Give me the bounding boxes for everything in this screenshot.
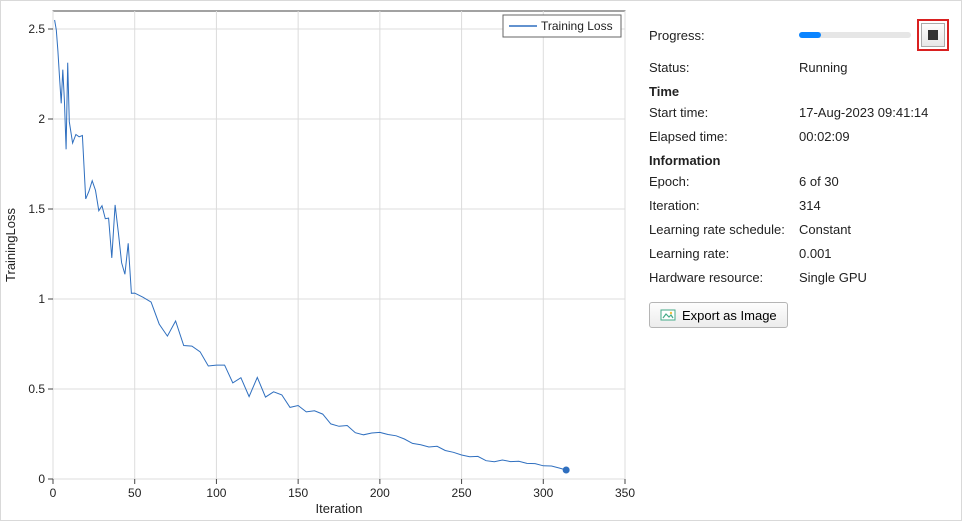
progress-label: Progress:	[649, 28, 799, 43]
lr-value: 0.001	[799, 246, 949, 261]
lr-label: Learning rate:	[649, 246, 799, 261]
status-value: Running	[799, 60, 949, 75]
progress-bar	[799, 32, 911, 38]
hardware-label: Hardware resource:	[649, 270, 799, 285]
lr-row: Learning rate: 0.001	[649, 246, 949, 261]
epoch-label: Epoch:	[649, 174, 799, 189]
export-as-image-button[interactable]: Export as Image	[649, 302, 788, 328]
y-axis-label: TrainingLoss	[3, 208, 18, 282]
svg-text:0: 0	[38, 472, 45, 486]
lr-schedule-label: Learning rate schedule:	[649, 222, 799, 237]
svg-text:1: 1	[38, 292, 45, 306]
hardware-value: Single GPU	[799, 270, 949, 285]
svg-text:2: 2	[38, 112, 45, 126]
iteration-label: Iteration:	[649, 198, 799, 213]
x-axis-label: Iteration	[316, 501, 363, 516]
legend-label: Training Loss	[541, 19, 613, 33]
lr-schedule-row: Learning rate schedule: Constant	[649, 222, 949, 237]
iteration-row: Iteration: 314	[649, 198, 949, 213]
svg-text:50: 50	[128, 486, 142, 500]
svg-text:1.5: 1.5	[28, 202, 45, 216]
iteration-value: 314	[799, 198, 949, 213]
stop-button[interactable]	[921, 23, 945, 47]
svg-text:200: 200	[370, 486, 390, 500]
stop-icon	[928, 30, 938, 40]
svg-text:150: 150	[288, 486, 308, 500]
elapsed-time-label: Elapsed time:	[649, 129, 799, 144]
svg-text:350: 350	[615, 486, 635, 500]
epoch-row: Epoch: 6 of 30	[649, 174, 949, 189]
elapsed-time-row: Elapsed time: 00:02:09	[649, 129, 949, 144]
start-time-row: Start time: 17-Aug-2023 09:41:14	[649, 105, 949, 120]
svg-text:300: 300	[533, 486, 553, 500]
training-loss-plot: 0 50 100 150 200 250 300 350 0 0.5 1 1.5 2 2.5 Itera…	[1, 1, 641, 519]
time-section-title: Time	[649, 84, 949, 99]
svg-text:250: 250	[452, 486, 472, 500]
epoch-value: 6 of 30	[799, 174, 949, 189]
chart-pane: 0 50 100 150 200 250 300 350 0 0.5 1 1.5 2 2.5 Itera…	[1, 1, 641, 520]
hardware-row: Hardware resource: Single GPU	[649, 270, 949, 285]
start-time-label: Start time:	[649, 105, 799, 120]
svg-text:2.5: 2.5	[28, 22, 45, 36]
legend: Training Loss	[503, 15, 621, 37]
start-time-value: 17-Aug-2023 09:41:14	[799, 105, 949, 120]
status-row: Status: Running	[649, 60, 949, 75]
stop-button-highlight	[917, 19, 949, 51]
elapsed-time-value: 00:02:09	[799, 129, 949, 144]
training-monitor: 0 50 100 150 200 250 300 350 0 0.5 1 1.5 2 2.5 Itera…	[0, 0, 962, 521]
svg-text:0.5: 0.5	[28, 382, 45, 396]
info-pane: Progress: Status: Running Time Start tim…	[641, 1, 961, 520]
svg-text:0: 0	[50, 486, 57, 500]
export-button-label: Export as Image	[682, 308, 777, 323]
export-image-icon	[660, 307, 676, 323]
svg-text:100: 100	[206, 486, 226, 500]
progress-row: Progress:	[649, 19, 949, 51]
lr-schedule-value: Constant	[799, 222, 949, 237]
status-label: Status:	[649, 60, 799, 75]
information-section-title: Information	[649, 153, 949, 168]
